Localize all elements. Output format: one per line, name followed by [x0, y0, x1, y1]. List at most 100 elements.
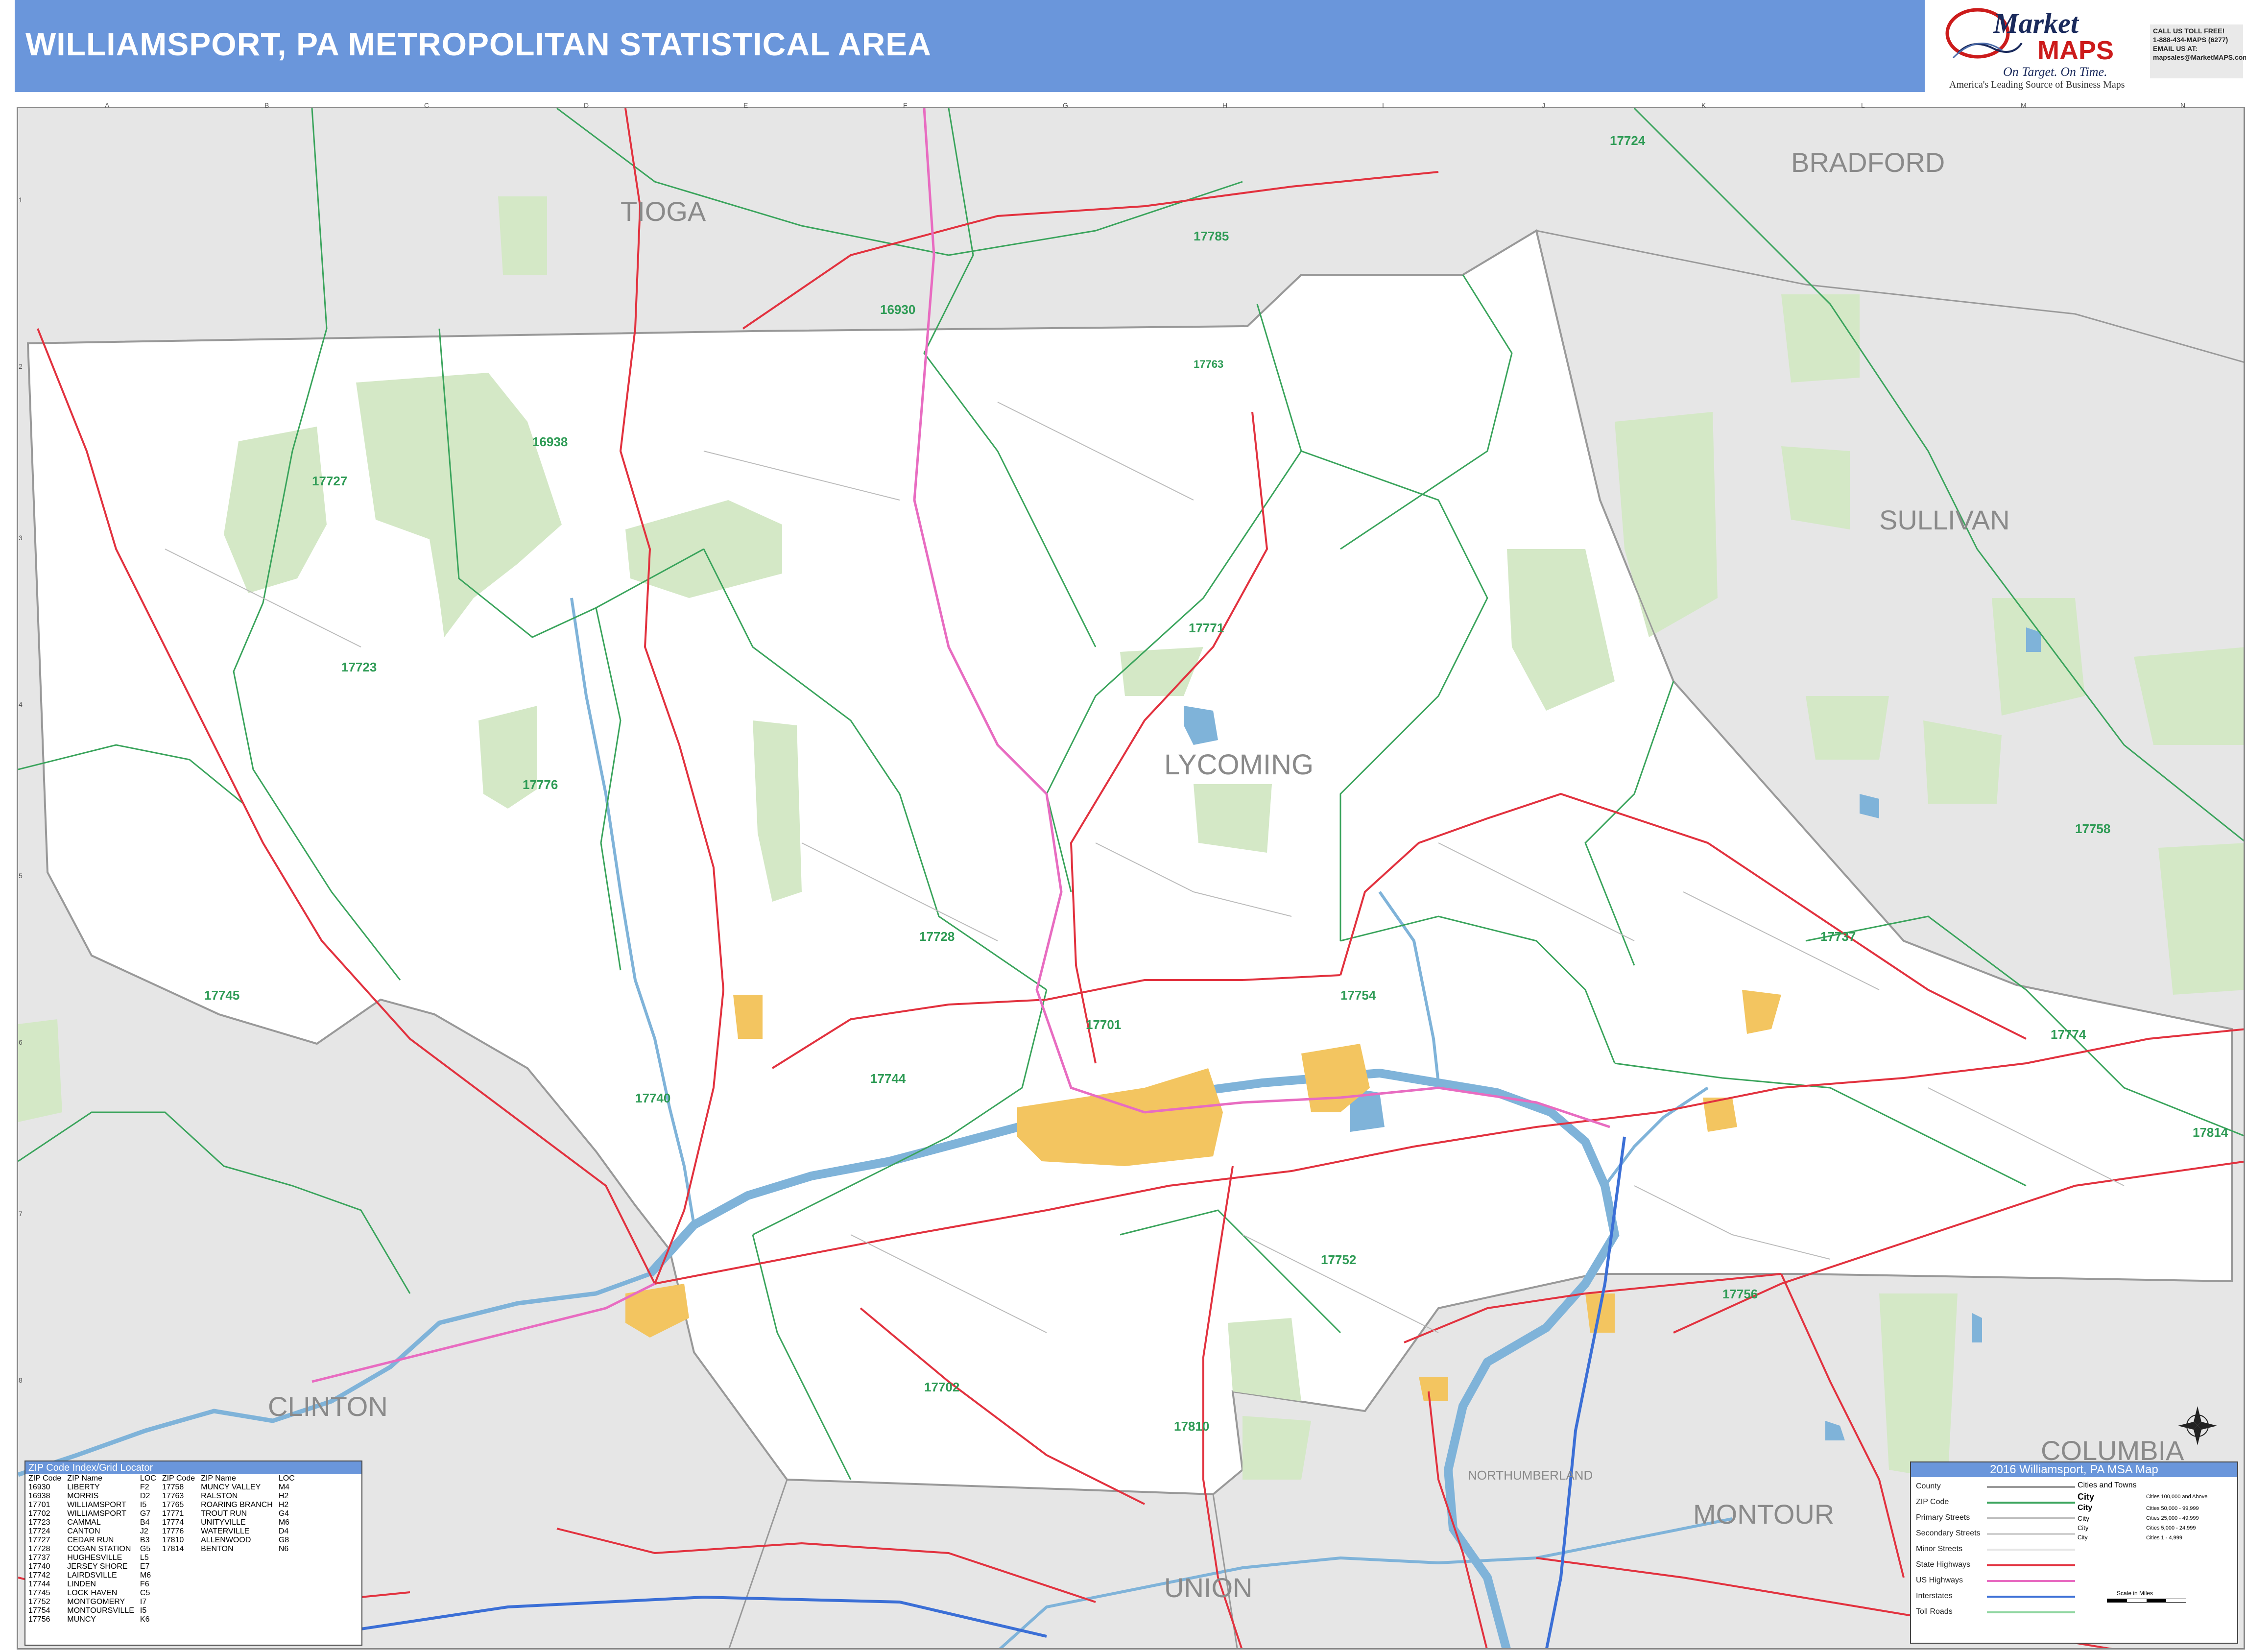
zip-index-cell [159, 1554, 198, 1562]
column-header: LOC [278, 1474, 295, 1483]
zip-index-row: 17744 LINDEN F6 [25, 1580, 298, 1589]
zip-index-cell [276, 1562, 298, 1571]
city-class: Cities 5,000 - 24,999 [2146, 1525, 2196, 1531]
zip-label: 17754 [1340, 988, 1376, 1003]
zip-index-cell: L5 [140, 1554, 149, 1562]
zip-index-cell: 17728 [28, 1545, 50, 1553]
zip-index-cell: MONTGOMERY [67, 1598, 125, 1606]
zip-index-row: 17701 WILLIAMSPORT I5 17765 ROARING BRANCH H2 [25, 1501, 298, 1509]
zip-index-panel: ZIP Code Index/Grid Locator ZIP Code ZIP… [24, 1460, 362, 1646]
zip-index-cell [276, 1615, 298, 1624]
city-class: Cities 100,000 and Above [2146, 1494, 2208, 1500]
zip-index-cell [198, 1571, 276, 1580]
county-label: UNION [1164, 1572, 1252, 1603]
zip-index-cell: 17744 [28, 1580, 50, 1588]
county-label: TIOGA [621, 196, 706, 227]
zip-index-row: 17727 CEDAR RUN B3 17810 ALLENWOOD G8 [25, 1536, 298, 1545]
zip-index-cell [159, 1606, 198, 1615]
legend-toll-line [1987, 1611, 2075, 1613]
zip-index-row: 16930 LIBERTY F2 17758 MUNCY VALLEY M4 [25, 1483, 298, 1492]
zip-index-cell: H2 [278, 1492, 289, 1500]
zip-index-cell: I7 [140, 1598, 147, 1606]
legend-item: Toll Roads [1916, 1607, 1953, 1616]
city-sample: City [2078, 1524, 2089, 1532]
map-canvas[interactable]: TIOGA BRADFORD SULLIVAN LYCOMING CLINTON… [17, 107, 2245, 1650]
zip-index-cell: WILLIAMSPORT [67, 1509, 126, 1518]
zip-index-cell: D4 [278, 1527, 289, 1535]
zip-label: 17745 [204, 988, 239, 1003]
zip-index-cell: G8 [278, 1536, 289, 1544]
zip-index-cell: F2 [140, 1483, 149, 1491]
zip-index-cell: 17702 [28, 1509, 50, 1518]
zip-index-row: 17737 HUGHESVILLE L5 [25, 1554, 298, 1562]
zip-index-row: 17740 JERSEY SHORE E7 [25, 1562, 298, 1571]
zip-index-cell [159, 1615, 198, 1624]
county-label: CLINTON [268, 1391, 388, 1422]
county-label: SULLIVAN [1879, 504, 2010, 535]
brand-tagline: On Target. On Time. [2003, 65, 2107, 79]
zip-index-cell: CANTON [67, 1527, 100, 1535]
zip-index-cell: MUNCY VALLEY [201, 1483, 261, 1491]
column-header: ZIP Name [201, 1474, 236, 1483]
zip-index-cell: MUNCY [67, 1615, 96, 1624]
zip-index-cell: COGAN STATION [67, 1545, 131, 1553]
legend-item: County [1916, 1482, 1941, 1490]
zip-index-header: ZIP Code Index/Grid Locator [25, 1461, 361, 1474]
zip-index-cell: I5 [140, 1501, 147, 1509]
grid-column-label: J [1542, 101, 1545, 109]
zip-index-cell: J2 [140, 1527, 148, 1535]
grid-row-label: 2 [19, 362, 23, 370]
brand-name-maps: MAPS [2037, 36, 2114, 65]
scale-bar [2107, 1599, 2186, 1603]
city-sample: City [2078, 1514, 2090, 1522]
zip-index-cell [276, 1580, 298, 1589]
zip-index-row: 17724 CANTON J2 17776 WATERVILLE D4 [25, 1527, 298, 1536]
brand-name-market: Market [1993, 7, 2079, 39]
zip-label: 17776 [523, 777, 558, 792]
zip-index-cell: M4 [278, 1483, 290, 1491]
zip-index-cell: WATERVILLE [201, 1527, 250, 1535]
contact-line: EMAIL US AT: [2153, 45, 2198, 52]
zip-index-cell: K6 [140, 1615, 150, 1624]
grid-column-label: K [1701, 101, 1706, 109]
zip-index-cell [198, 1589, 276, 1598]
zip-index-cell [159, 1580, 198, 1589]
zip-index-cell: 16930 [28, 1483, 50, 1491]
brand-subtitle: America's Leading Source of Business Map… [1949, 79, 2125, 90]
zip-index-cell [276, 1554, 298, 1562]
zip-index-cell: RALSTON [201, 1492, 238, 1500]
zip-index-cell: 17752 [28, 1598, 50, 1606]
zip-index-cell: 17742 [28, 1571, 50, 1580]
zip-index-cell: B3 [140, 1536, 150, 1544]
grid-row-label: 4 [19, 700, 23, 708]
zip-index-cell: JERSEY SHORE [67, 1562, 128, 1571]
city-sample: City [2078, 1504, 2093, 1512]
zip-index-cell: 17727 [28, 1536, 50, 1544]
column-header: ZIP Code [28, 1474, 62, 1483]
zip-label: 17774 [2051, 1027, 2086, 1042]
grid-row-label: 1 [19, 196, 23, 204]
map-svg: TIOGA BRADFORD SULLIVAN LYCOMING CLINTON… [18, 108, 2244, 1648]
zip-index-cell: LINDEN [67, 1580, 96, 1588]
grid-column-label: M [2021, 101, 2027, 109]
legend-minor-line [1987, 1549, 2075, 1551]
grid-column-label: D [584, 101, 589, 109]
grid-column-label: L [1861, 101, 1865, 109]
zip-label: 17744 [870, 1071, 906, 1086]
county-label: BRADFORD [1791, 147, 1945, 178]
legend-panel: 2016 Williamsport, PA MSA Map County ZIP… [1910, 1461, 2238, 1644]
legend-county-line [1987, 1486, 2075, 1488]
zip-index-header-row: ZIP Code ZIP Name LOC ZIP Code ZIP Name … [25, 1474, 298, 1483]
zip-index-row: 17742 LAIRDSVILLE M6 [25, 1571, 298, 1580]
grid-column-label: B [264, 101, 269, 109]
brand-block: Market MAPS On Target. On Time. America'… [1935, 0, 2246, 92]
zip-index-cell: 17776 [162, 1527, 184, 1535]
city-sample: City [2078, 1492, 2095, 1502]
zip-index-cell [198, 1562, 276, 1571]
title-bar: WILLIAMSPORT, PA METROPOLITAN STATISTICA… [15, 0, 1925, 92]
legend-item: Interstates [1916, 1592, 1953, 1600]
zip-index-cell [276, 1598, 298, 1606]
zip-index-cell: F6 [140, 1580, 149, 1588]
grid-column-label: H [1222, 101, 1228, 109]
zip-index-cell [198, 1554, 276, 1562]
